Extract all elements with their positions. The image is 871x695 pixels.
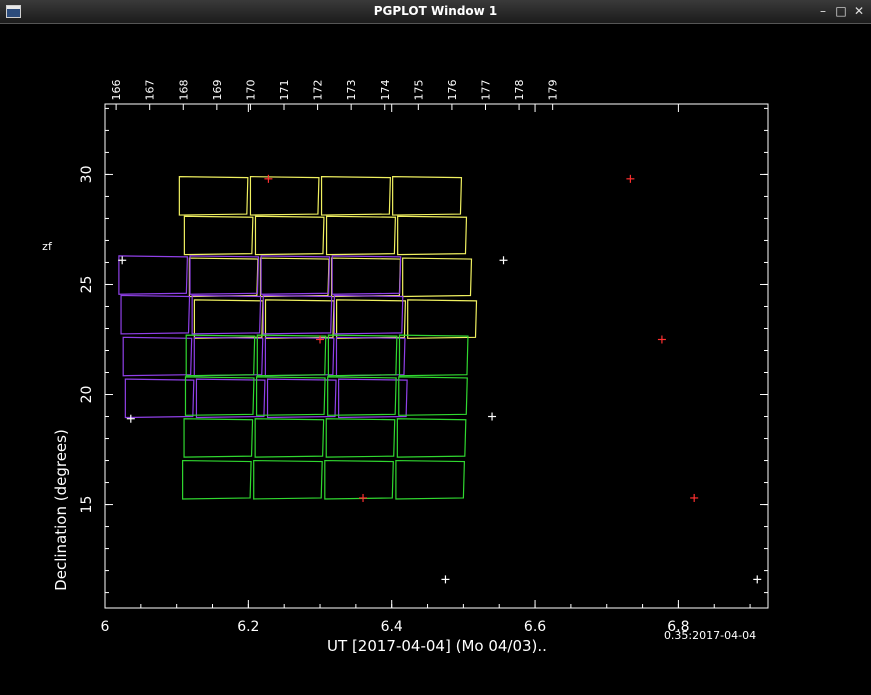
- y-axis-label: Declination (degrees): [52, 429, 70, 591]
- green-field: [255, 376, 326, 416]
- y-tick-label: 20: [79, 386, 95, 404]
- minimize-button[interactable]: –: [815, 3, 831, 19]
- green-field: [396, 418, 467, 458]
- yellow-field: [320, 176, 391, 216]
- x-axis-label: UT [2017-04-04] (Mo 04/03)..: [327, 637, 547, 655]
- yellow-field: [325, 215, 396, 256]
- corner-note: 0.35:2017-04-04: [664, 629, 756, 642]
- close-button[interactable]: ✕: [851, 3, 867, 19]
- green-field: [182, 459, 252, 500]
- title-bar[interactable]: PGPLOT Window 1 – □ ✕: [0, 0, 871, 24]
- y-tick-label: 25: [79, 276, 95, 294]
- violet-field: [189, 255, 260, 295]
- top-tick-label: 172: [312, 80, 325, 101]
- plot-frame: [104, 103, 769, 609]
- top-tick-label: 166: [110, 80, 123, 101]
- top-tick-label: 175: [412, 80, 425, 101]
- green-field: [254, 418, 325, 458]
- yellow-field: [402, 257, 473, 298]
- yellow-field: [259, 257, 330, 298]
- green-field: [256, 334, 327, 377]
- x-tick-label: 6: [101, 619, 110, 635]
- side-label: zf: [42, 240, 53, 253]
- y-tick-label: 15: [79, 496, 95, 514]
- green-field: [395, 459, 466, 500]
- top-tick-label: 174: [379, 80, 392, 101]
- violet-field: [266, 378, 337, 419]
- x-tick-label: 6.2: [237, 619, 259, 635]
- yellow-field: [249, 176, 320, 216]
- pgplot-window: PGPLOT Window 1 – □ ✕ 6 6.2 6.4 6.6 6.8 15 20 2…: [0, 0, 871, 695]
- yellow-field: [178, 176, 249, 216]
- x-tick-label: 6.6: [524, 619, 546, 635]
- yellow-field: [407, 299, 478, 339]
- top-tick-label: 170: [244, 80, 257, 101]
- x-tick-label: 6.4: [381, 619, 403, 635]
- top-tick-label: 169: [211, 80, 224, 101]
- violet-field: [331, 255, 402, 295]
- chart: 6 6.2 6.4 6.6 6.815202530166 167 168 169 170 171 1…: [42, 80, 769, 655]
- green-field: [325, 418, 396, 458]
- green-field: [398, 376, 468, 416]
- yellow-field: [392, 176, 463, 216]
- green-field: [327, 334, 398, 377]
- y-tick-label: 30: [79, 166, 95, 184]
- violet-field: [264, 336, 335, 377]
- green-field: [183, 418, 254, 458]
- violet-field: [335, 336, 406, 377]
- top-tick-label: 168: [177, 80, 190, 101]
- green-field: [327, 376, 397, 416]
- violet-field: [118, 255, 188, 295]
- yellow-field: [183, 215, 254, 256]
- yellow-field: [188, 257, 259, 298]
- green-field: [185, 334, 256, 377]
- top-tick-label: 178: [513, 80, 526, 101]
- top-tick-label: 176: [446, 80, 459, 101]
- green-field: [398, 334, 469, 377]
- violet-field: [193, 336, 264, 377]
- violet-field: [122, 336, 193, 377]
- violet-field: [195, 378, 266, 419]
- green-field: [253, 459, 323, 500]
- green-field: [324, 459, 394, 500]
- yellow-field: [330, 257, 402, 298]
- top-tick-label: 167: [144, 80, 157, 101]
- top-tick-label: 177: [479, 80, 492, 101]
- top-tick-label: 171: [278, 80, 291, 101]
- top-tick-label: 179: [547, 80, 560, 101]
- window-title: PGPLOT Window 1: [373, 4, 498, 18]
- maximize-button[interactable]: □: [833, 3, 849, 19]
- violet-field: [260, 255, 331, 295]
- violet-field: [124, 378, 195, 419]
- top-tick-label: 173: [345, 80, 358, 101]
- violet-field: [338, 378, 408, 419]
- yellow-field: [254, 215, 325, 256]
- green-field: [184, 376, 255, 416]
- violet-field: [120, 294, 191, 335]
- yellow-field: [397, 215, 468, 256]
